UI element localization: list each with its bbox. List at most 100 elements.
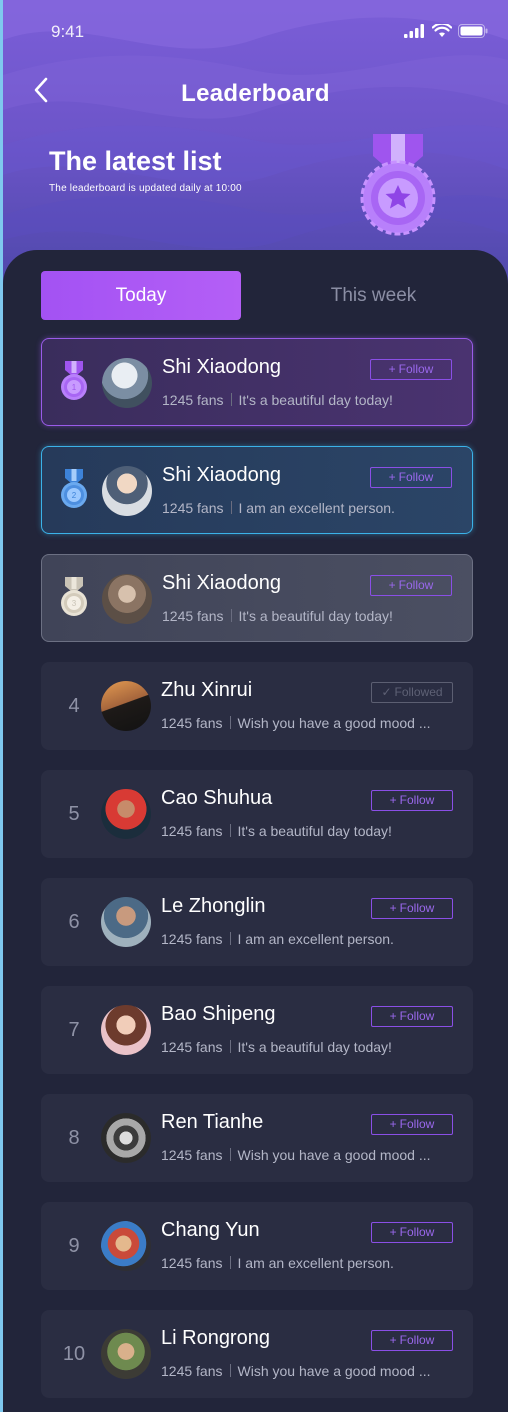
user-meta: 1245 fans It's a beautiful day today!: [162, 608, 393, 624]
follow-button[interactable]: + Follow: [371, 1006, 453, 1027]
page-title: Leaderboard: [181, 80, 330, 107]
plus-icon: +: [389, 1009, 397, 1023]
signal-icon: [404, 24, 424, 38]
leaderboard-row[interactable]: 6 Le Zhonglin 1245 fans I am an excellent…: [41, 878, 473, 966]
tab-this-week[interactable]: This week: [276, 271, 471, 320]
leaderboard-row[interactable]: 3 Shi Xiaodong 1245 fans It's a beautiful…: [41, 554, 473, 642]
follow-button[interactable]: + Follow: [370, 467, 452, 488]
plus-icon: +: [389, 1333, 397, 1347]
avatar[interactable]: [101, 1221, 151, 1271]
fans-count: 1245 fans: [161, 823, 223, 839]
follow-button[interactable]: + Follow: [370, 359, 452, 380]
follow-button[interactable]: + Follow: [371, 1114, 453, 1135]
leaderboard-row[interactable]: 9 Chang Yun 1245 fans I am an excellent p…: [41, 1202, 473, 1290]
fans-count: 1245 fans: [161, 1147, 223, 1163]
user-meta: 1245 fans It's a beautiful day today!: [161, 823, 392, 839]
tab-bar: Today This week: [41, 271, 473, 320]
avatar[interactable]: [101, 1329, 151, 1379]
meta-divider: [230, 501, 232, 514]
user-name[interactable]: Shi Xiaodong: [162, 356, 281, 379]
rank-medal-number: 2: [72, 491, 77, 500]
follow-button[interactable]: + Follow: [370, 575, 452, 596]
follow-button[interactable]: + Follow: [371, 790, 453, 811]
leaderboard-row[interactable]: 2 Shi Xiaodong 1245 fans I am an excellen…: [41, 446, 473, 534]
user-meta: 1245 fans It's a beautiful day today!: [161, 1039, 392, 1055]
rank-number: 9: [68, 1235, 80, 1257]
rank-number: 8: [68, 1127, 80, 1149]
meta-divider: [230, 609, 232, 622]
user-name[interactable]: Cao Shuhua: [161, 787, 272, 810]
leaderboard-row[interactable]: 1 Shi Xiaodong 1245 fans It's a beautiful…: [41, 338, 473, 426]
avatar[interactable]: [102, 466, 152, 516]
fans-count: 1245 fans: [162, 500, 224, 516]
avatar[interactable]: [101, 681, 151, 731]
user-bio: It's a beautiful day today!: [238, 608, 393, 624]
avatar[interactable]: [101, 897, 151, 947]
tab-today[interactable]: Today: [41, 271, 241, 320]
user-meta: 1245 fans Wish you have a good mood ...: [161, 1363, 431, 1379]
follow-button-label: Follow: [398, 362, 434, 376]
leaderboard-row[interactable]: 5 Cao Shuhua 1245 fans It's a beautiful d…: [41, 770, 473, 858]
leaderboard-panel: Today This week 1 Shi Xiaodong 1245 fans…: [3, 250, 508, 1412]
follow-button-label: Follow: [399, 1225, 435, 1239]
rank-medal-icon: 3: [61, 577, 87, 616]
rank-number: 5: [68, 803, 80, 825]
leaderboard-row[interactable]: 7 Bao Shipeng 1245 fans It's a beautiful …: [41, 986, 473, 1074]
user-meta: 1245 fans I am an excellent person.: [162, 500, 395, 516]
rank-medal-number: 1: [72, 383, 77, 392]
plus-icon: +: [388, 362, 396, 376]
user-meta: 1245 fans Wish you have a good mood ...: [161, 1147, 431, 1163]
follow-button[interactable]: + Follow: [371, 898, 453, 919]
check-icon: ✓: [381, 685, 392, 699]
meta-divider: [229, 1256, 231, 1269]
avatar[interactable]: [101, 789, 151, 839]
hero-title: The latest list: [49, 146, 222, 176]
follow-button-label: Follow: [399, 1333, 435, 1347]
user-bio: Wish you have a good mood ...: [237, 1363, 431, 1379]
user-bio: I am an excellent person.: [238, 500, 395, 516]
meta-divider: [229, 1040, 231, 1053]
meta-divider: [229, 932, 231, 945]
follow-button-label: Follow: [399, 1009, 435, 1023]
fans-count: 1245 fans: [161, 931, 223, 947]
avatar[interactable]: [102, 358, 152, 408]
follow-button[interactable]: + Follow: [371, 1330, 453, 1351]
followed-button[interactable]: ✓ Followed: [371, 682, 453, 703]
fans-count: 1245 fans: [161, 715, 223, 731]
follow-button[interactable]: + Follow: [371, 1222, 453, 1243]
status-time: 9:41: [51, 22, 85, 41]
battery-icon: [458, 24, 488, 38]
leaderboard-row[interactable]: 4 Zhu Xinrui 1245 fans Wish you have a go…: [41, 662, 473, 750]
user-name[interactable]: Li Rongrong: [161, 1327, 270, 1350]
user-name[interactable]: Zhu Xinrui: [161, 679, 252, 702]
user-name[interactable]: Le Zhonglin: [161, 895, 266, 918]
user-name[interactable]: Chang Yun: [161, 1219, 260, 1242]
user-name[interactable]: Ren Tianhe: [161, 1111, 263, 1134]
follow-button-label: Follow: [399, 793, 435, 807]
avatar[interactable]: [101, 1113, 151, 1163]
user-bio: Wish you have a good mood ...: [237, 1147, 431, 1163]
user-name[interactable]: Shi Xiaodong: [162, 572, 281, 595]
wifi-icon: [432, 24, 452, 37]
avatar[interactable]: [102, 574, 152, 624]
rank-number: 7: [68, 1019, 80, 1041]
plus-icon: +: [388, 470, 396, 484]
plus-icon: +: [388, 578, 396, 592]
leaderboard-row[interactable]: 8 Ren Tianhe 1245 fans Wish you have a go…: [41, 1094, 473, 1182]
leaderboard-row[interactable]: 10 Li Rongrong 1245 fans Wish you have a …: [41, 1310, 473, 1398]
phone-screen: 9:41 Leaderboard The latest list The lea…: [3, 0, 508, 1412]
user-name[interactable]: Shi Xiaodong: [162, 464, 281, 487]
user-bio: I am an excellent person.: [237, 1255, 394, 1271]
fans-count: 1245 fans: [162, 392, 224, 408]
avatar[interactable]: [101, 1005, 151, 1055]
user-meta: 1245 fans It's a beautiful day today!: [162, 392, 393, 408]
user-name[interactable]: Bao Shipeng: [161, 1003, 276, 1026]
fans-count: 1245 fans: [161, 1039, 223, 1055]
plus-icon: +: [389, 1225, 397, 1239]
meta-divider: [229, 716, 231, 729]
follow-button-label: Followed: [394, 685, 443, 699]
user-meta: 1245 fans I am an excellent person.: [161, 1255, 394, 1271]
fans-count: 1245 fans: [161, 1255, 223, 1271]
rank-number: 10: [62, 1343, 86, 1365]
fans-count: 1245 fans: [162, 608, 224, 624]
